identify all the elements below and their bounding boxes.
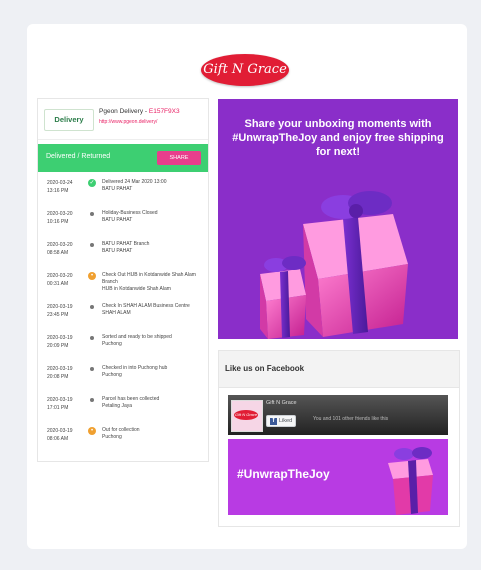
dot-icon [90,367,94,371]
facebook-page-name[interactable]: Gift N Grace [266,400,297,406]
event-text: Check In SHAH ALAM Business Centre SHAH … [102,303,190,316]
facebook-friends-text: You and 101 other friends like this [313,416,389,422]
tracking-event-row: 2020-03-20 00:31 AM • Check Out HUB in Kot… [38,270,208,301]
event-time: 2020-03-24 13:16 PM [47,180,73,194]
event-text: Check Out HUB in Kotdanwide Shah Alam Br… [102,272,196,292]
gift-box-image [260,191,408,339]
tracking-number[interactable]: E157F9X3 [149,108,180,115]
truck-icon: • [88,272,96,280]
status-text: Delivered / Returned [46,153,111,160]
facebook-like-label: Liked [279,418,293,424]
tracking-event-row: 2020-03-20 08:58 AM BATU PAHAT Branch BAT… [38,239,208,270]
tracking-event-row: 2020-03-19 08:06 AM • Out for collection P… [38,425,208,456]
status-bar: Delivered / Returned SHARE [38,144,208,172]
dot-icon [90,398,94,402]
event-time: 2020-03-19 20:08 PM [47,366,73,380]
promo-banner[interactable]: Share your unboxing moments with #Unwrap… [218,99,458,339]
event-text: BATU PAHAT Branch BATU PAHAT [102,241,150,254]
facebook-page-banner[interactable]: Gift N Grace Gift N Grace f Liked You and… [228,395,448,435]
event-time: 2020-03-19 17:01 PM [47,397,73,411]
share-button[interactable]: SHARE [157,151,201,165]
event-time: 2020-03-20 08:58 AM [47,242,73,256]
courier-logo: Delivery [44,109,94,131]
facebook-title: Like us on Facebook [219,351,459,388]
tracking-event-row: 2020-03-19 20:09 PM Sorted and ready to b… [38,332,208,363]
courier-url-link[interactable]: http://www.pgeon.delivery/ [99,119,157,125]
dot-icon [90,212,94,216]
courier-name: Pgeon Delivery - E157F9X3 [99,108,180,115]
courier-name-text: Pgeon Delivery - [99,108,148,115]
event-time: 2020-03-19 08:06 AM [47,428,73,442]
facebook-icon: f [270,418,277,425]
event-time: 2020-03-20 10:16 PM [47,211,73,225]
brand-logo[interactable]: Gift N Grace [201,54,289,86]
tracking-event-row: 2020-03-19 23:45 PM Check In SHAH ALAM Bu… [38,301,208,332]
tracking-event-row: 2020-03-19 17:01 PM Parcel has been colle… [38,394,208,425]
event-text: Checked in into Puchong hub Puchong [102,365,168,378]
tracking-header: Delivery Pgeon Delivery - E157F9X3 http:… [38,99,208,140]
tracking-event-row: 2020-03-20 10:16 PM Holiday-Business Clos… [38,208,208,239]
facebook-like-button[interactable]: f Liked [266,415,297,427]
tracking-event-row: 2020-03-24 13:16 PM ✓ Delivered 24 Mar 202… [38,177,208,208]
tracking-panel: Delivery Pgeon Delivery - E157F9X3 http:… [37,98,209,462]
event-time: 2020-03-19 20:09 PM [47,335,73,349]
event-text: Holiday-Business Closed BATU PAHAT [102,210,158,223]
dot-icon [90,305,94,309]
event-text: Sorted and ready to be shipped Puchong [102,334,172,347]
event-time: 2020-03-20 00:31 AM [47,273,73,287]
tracking-events: 2020-03-24 13:16 PM ✓ Delivered 24 Mar 202… [38,177,208,456]
facebook-widget: Like us on Facebook Gift N Grace Gift N … [218,350,460,527]
event-text: Out for collection Puchong [102,427,140,440]
brand-logo-small: Gift N Grace [234,410,258,420]
event-text: Parcel has been collected Petaling Jaya [102,396,160,409]
facebook-promo-image[interactable]: #UnwrapTheJoy [228,439,448,515]
truck-icon: • [88,427,96,435]
event-time: 2020-03-19 23:45 PM [47,304,73,318]
small-gift-icon [388,447,433,515]
dot-icon [90,336,94,340]
tracking-event-row: 2020-03-19 20:08 PM Checked in into Pucho… [38,363,208,394]
dot-icon [90,243,94,247]
facebook-page-thumbnail[interactable]: Gift N Grace [231,400,263,432]
event-text: Delivered 24 Mar 2020 13:00 BATU PAHAT [102,179,167,192]
check-icon: ✓ [88,179,96,187]
